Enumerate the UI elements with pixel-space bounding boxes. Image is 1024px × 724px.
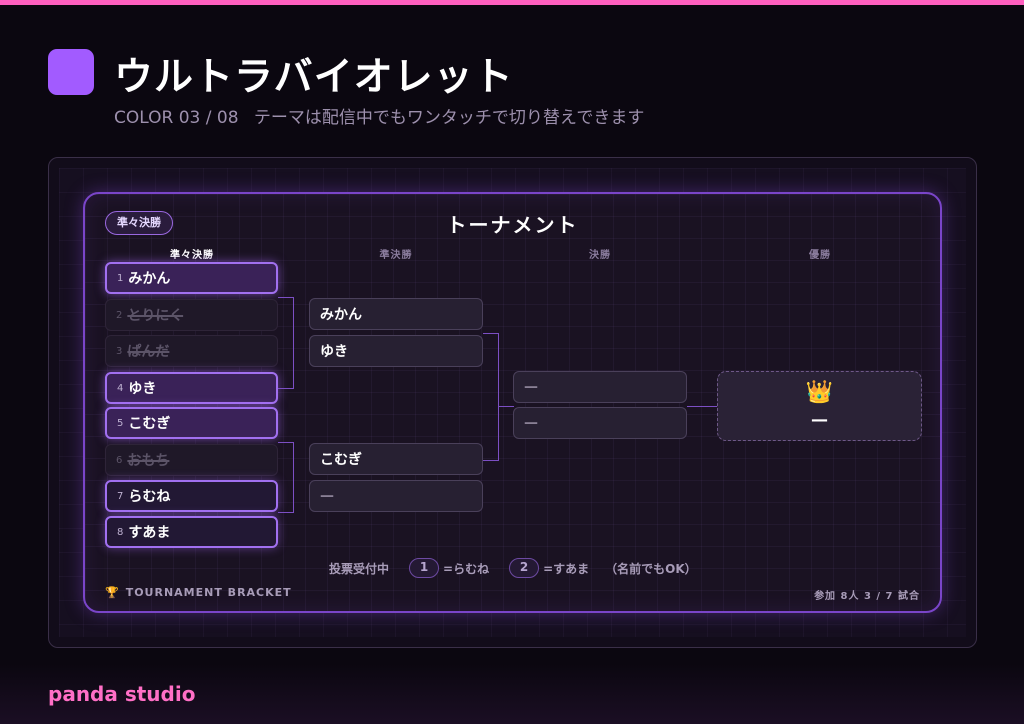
connector-line [483, 460, 499, 461]
connector-line [483, 333, 499, 334]
qf-slot-1[interactable]: 1 みかん [105, 262, 278, 294]
connector-line [687, 406, 717, 407]
connector-line [278, 297, 294, 298]
final-slot-1[interactable]: — [513, 371, 687, 403]
player-name: ゆき [320, 344, 348, 360]
seed-number: 6 [116, 454, 123, 466]
crown-icon: 👑 [805, 380, 834, 405]
qf-slot-7[interactable]: 7 らむね [105, 480, 278, 512]
footer-label-text: TOURNAMENT BRACKET [125, 586, 292, 599]
trophy-icon: 🏆 [105, 586, 120, 599]
vote-row: 投票受付中 1 =らむね 2 =すあま （名前でもOK） [329, 558, 697, 578]
color-index: COLOR 03 / 08 [114, 108, 239, 128]
vote-label: 投票受付中 [329, 561, 390, 576]
qf-slot-2[interactable]: 2 とりにく [105, 299, 278, 331]
vote-option-2-key: 2 [509, 558, 540, 578]
connector-line [293, 297, 294, 389]
connector-line [498, 333, 499, 461]
player-name: ぱんだ [127, 344, 170, 360]
column-header-quarterfinal: 準々決勝 [170, 250, 214, 261]
seed-number: 7 [117, 490, 124, 502]
seed-number: 1 [117, 272, 124, 284]
page-subtitle: COLOR 03 / 08 テーマは配信中でもワンタッチで切り替えできます [114, 103, 654, 128]
qf-slot-4[interactable]: 4 ゆき [105, 372, 278, 404]
vote-note: （名前でもOK） [605, 561, 697, 576]
player-name: とりにく [127, 308, 184, 324]
preview-frame: 準々決勝 トーナメント 準々決勝 準決勝 決勝 優勝 1 みかん 2 とりにく … [48, 157, 977, 648]
qf-slot-6[interactable]: 6 おもち [105, 444, 278, 476]
player-name: みかん [128, 271, 171, 287]
qf-slot-8[interactable]: 8 すあま [105, 516, 278, 548]
connector-line [278, 512, 294, 513]
connector-line [293, 442, 294, 513]
sf-slot-1[interactable]: みかん [309, 298, 483, 330]
final-slot-2[interactable]: — [513, 407, 687, 439]
connector-line [278, 388, 294, 389]
sf-slot-2[interactable]: ゆき [309, 335, 483, 367]
bracket-panel: 準々決勝 トーナメント 準々決勝 準決勝 決勝 優勝 1 みかん 2 とりにく … [83, 192, 942, 613]
bracket-footer-label: 🏆 TOURNAMENT BRACKET [105, 586, 292, 599]
bracket-title: トーナメント [446, 213, 579, 237]
vote-option-2-text: =すあま [543, 561, 590, 576]
preview-screen: 準々決勝 トーナメント 準々決勝 準決勝 決勝 優勝 1 みかん 2 とりにく … [59, 168, 966, 637]
qf-slot-5[interactable]: 5 こむぎ [105, 407, 278, 439]
connector-line [278, 442, 294, 443]
player-name: — [524, 415, 538, 431]
color-swatch [48, 49, 94, 95]
theme-description: テーマは配信中でもワンタッチで切り替えできます [253, 108, 645, 128]
seed-number: 2 [116, 309, 123, 321]
player-name: こむぎ [320, 452, 362, 468]
player-name: ゆき [128, 381, 157, 397]
player-name: すあま [128, 525, 171, 541]
seed-number: 8 [117, 526, 124, 538]
qf-slot-3[interactable]: 3 ぱんだ [105, 335, 278, 367]
connector-line [498, 406, 514, 407]
column-header-champion: 優勝 [809, 250, 831, 261]
seed-number: 3 [116, 345, 123, 357]
vote-option-1-text: =らむね [443, 561, 490, 576]
player-name: こむぎ [128, 416, 171, 432]
vote-option-1-key: 1 [409, 558, 440, 578]
champion-name: — [811, 410, 828, 430]
player-name: — [524, 379, 538, 395]
player-name: らむね [128, 489, 171, 505]
top-accent-strip [0, 0, 1024, 5]
player-name: — [320, 488, 334, 504]
sf-slot-4[interactable]: — [309, 480, 483, 512]
seed-number: 5 [117, 417, 124, 429]
brand-logo: panda studio [48, 682, 196, 706]
match-progress: 参加 8人 3 / 7 試合 [814, 591, 920, 602]
page-title: ウルトラバイオレット [114, 55, 514, 100]
column-header-semifinal: 準決勝 [379, 250, 413, 261]
sf-slot-3[interactable]: こむぎ [309, 443, 483, 475]
player-name: みかん [320, 307, 362, 323]
seed-number: 4 [117, 382, 124, 394]
column-header-final: 決勝 [589, 250, 611, 261]
champion-box: 👑 — [717, 371, 922, 441]
player-name: おもち [127, 453, 170, 469]
